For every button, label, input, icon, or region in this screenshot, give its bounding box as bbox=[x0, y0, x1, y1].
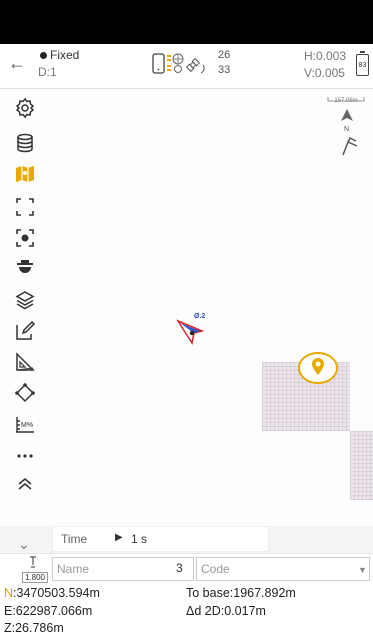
point-input-row: 1.800 Name 3 Code ▼ bbox=[0, 553, 373, 584]
point-label: Ø.2 bbox=[194, 313, 206, 320]
dropdown-caret-icon[interactable]: ▼ bbox=[358, 565, 367, 575]
collapse-up-icon[interactable] bbox=[12, 471, 38, 497]
satellites-visible: 33 bbox=[218, 64, 231, 76]
more-icon[interactable] bbox=[12, 443, 38, 469]
vertical-precision: V:0.005 bbox=[304, 66, 345, 80]
horizontal-precision: H:0.003 bbox=[304, 49, 347, 63]
fix-type-label: Fixed bbox=[50, 48, 80, 62]
antenna-height-button[interactable]: 1.800 bbox=[20, 556, 48, 583]
northing-value: :3470503.594m bbox=[13, 586, 100, 600]
arrow-left-icon[interactable]: ← bbox=[8, 54, 26, 72]
point-name-input[interactable]: Name bbox=[52, 557, 194, 581]
database-icon[interactable] bbox=[12, 130, 38, 156]
gnss-status-bar: ← Fixed D:1 26 33 H:0.003 V:0.005 83 bbox=[0, 44, 373, 89]
edit-icon[interactable] bbox=[12, 318, 38, 344]
basemap-tile bbox=[350, 431, 373, 500]
coordinate-panel: N:3470503.594m E:622987.066m Z:26.786m T… bbox=[0, 583, 373, 635]
frame-icon[interactable] bbox=[12, 194, 38, 220]
map-toolbar: M% bbox=[0, 89, 48, 526]
record-settings-bar: ⌄ Time ▶ 1 s bbox=[0, 526, 373, 553]
pen-tool-button[interactable] bbox=[334, 131, 364, 161]
ruler-icon[interactable]: M% bbox=[12, 411, 38, 437]
time-interval-selector[interactable]: Time ▶ 1 s bbox=[52, 526, 269, 552]
antenna-height-value: 1.800 bbox=[22, 572, 48, 583]
current-position-cursor: Ø.2 bbox=[172, 313, 214, 347]
gear-icon[interactable] bbox=[12, 95, 38, 121]
point-code-input[interactable]: Code bbox=[196, 557, 370, 581]
easting-readout: E:622987.066m bbox=[4, 604, 93, 618]
battery-icon: 83 bbox=[356, 51, 369, 76]
measure-icon[interactable] bbox=[12, 349, 38, 375]
receiver-satellite-icon[interactable] bbox=[152, 52, 214, 80]
map-icon[interactable] bbox=[12, 161, 38, 187]
point-name-counter: 3 bbox=[176, 561, 183, 575]
focus-icon[interactable] bbox=[12, 225, 38, 251]
map-view[interactable]: M% 157.06m N Ø.2 bbox=[0, 89, 373, 526]
delta-2d-readout: Δd 2D:0.017m bbox=[186, 604, 266, 618]
time-label: Time bbox=[61, 532, 88, 546]
diff-age-label: D:1 bbox=[38, 65, 57, 79]
chevron-down-icon[interactable]: ⌄ bbox=[18, 536, 30, 553]
antenna-icon[interactable] bbox=[12, 256, 38, 282]
northing-readout: N:3470503.594m bbox=[4, 586, 100, 600]
play-arrow-icon: ▶ bbox=[115, 532, 123, 543]
location-pin-button[interactable] bbox=[297, 351, 339, 385]
layers-icon[interactable] bbox=[12, 287, 38, 313]
elevation-readout: Z:26.786m bbox=[4, 621, 64, 635]
fix-status-dot bbox=[40, 52, 47, 59]
distance-to-base: To base:1967.892m bbox=[186, 586, 296, 600]
polygon-icon[interactable] bbox=[12, 380, 38, 406]
northing-prefix: N bbox=[4, 586, 14, 600]
satellites-used: 26 bbox=[218, 49, 231, 61]
svg-text:M%: M% bbox=[21, 422, 33, 429]
system-status-bar bbox=[0, 0, 373, 44]
scale-label: 157.06m bbox=[334, 98, 358, 104]
time-value: 1 s bbox=[131, 532, 148, 546]
